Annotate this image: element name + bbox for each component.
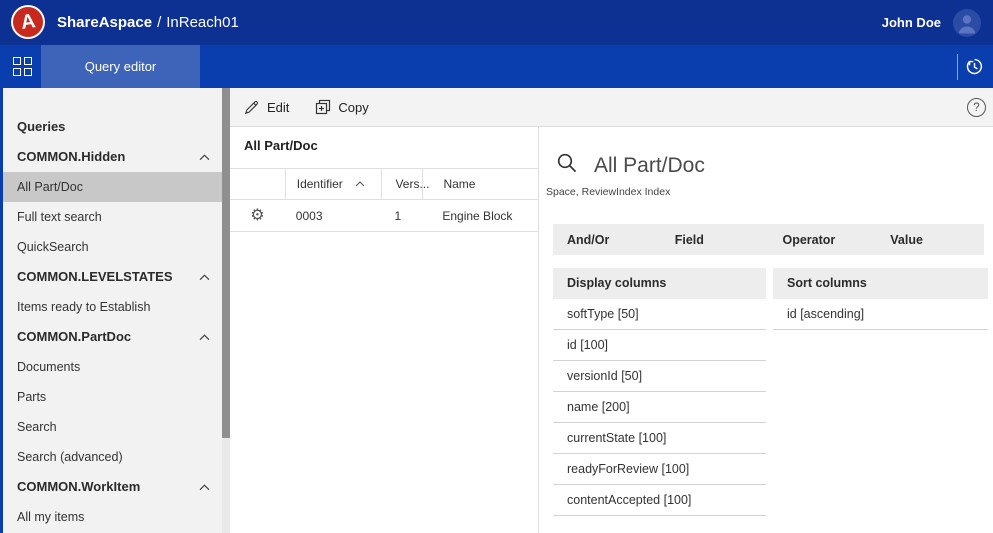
- display-columns-section: Display columns softType [50] id [100] v…: [553, 268, 766, 516]
- sort-ascending-icon: [356, 181, 365, 187]
- nav-separator: [957, 54, 958, 80]
- identifier-column-header[interactable]: Identifier: [284, 168, 382, 200]
- avatar[interactable]: [953, 8, 981, 37]
- apps-grid-icon[interactable]: [13, 57, 32, 76]
- display-column-item: currentState [100]: [553, 423, 766, 454]
- edit-label: Edit: [267, 99, 290, 115]
- sidebar-item-search[interactable]: Search: [3, 412, 222, 442]
- user-area: John Doe: [882, 0, 981, 45]
- sidebar-item-label: QuickSearch: [17, 240, 89, 254]
- breadcrumb: ShareAspace / InReach01: [57, 0, 239, 45]
- chevron-up-icon: [199, 333, 210, 340]
- sidebar-item-all-my-items[interactable]: All my items: [3, 502, 222, 532]
- sort-columns-section: Sort columns id [ascending]: [773, 268, 988, 516]
- logo-circle: A: [13, 7, 43, 37]
- display-column-item: softType [50]: [553, 299, 766, 330]
- sidebar-item-label: Search: [17, 420, 57, 434]
- sort-columns-header: Sort columns: [773, 268, 988, 299]
- brand-name: ShareAspace: [57, 14, 153, 31]
- space-name: InReach01: [166, 14, 239, 31]
- sidebar-title: Queries: [17, 119, 66, 134]
- group-label: COMMON.Hidden: [17, 149, 126, 164]
- edit-button[interactable]: Edit: [244, 99, 289, 115]
- results-panel: All Part/Doc Identifier Vers... Name ⚙ 0…: [230, 127, 539, 533]
- tab-label: Query editor: [84, 59, 157, 74]
- field-column-label: Field: [674, 232, 704, 247]
- sidebar-item-full-text-search[interactable]: Full text search: [3, 202, 222, 232]
- row-identifier: 0003: [295, 208, 323, 223]
- sidebar-item-label: All Part/Doc: [17, 180, 83, 194]
- group-label: COMMON.LEVELSTATES: [17, 269, 173, 284]
- sidebar-item-items-ready-to-establish[interactable]: Items ready to Establish: [3, 292, 222, 322]
- scrollbar-thumb[interactable]: [222, 88, 230, 438]
- chevron-up-icon: [199, 153, 210, 160]
- sidebar-item-label: All my items: [17, 510, 85, 524]
- condition-table-header: And/Or Field Operator Value: [553, 224, 984, 255]
- chevron-up-icon: [199, 273, 210, 280]
- shareaspace-logo-icon[interactable]: A: [11, 5, 45, 39]
- copy-label: Copy: [338, 99, 369, 115]
- version-column-header[interactable]: Vers...: [381, 168, 429, 200]
- sidebar-group-common-levelstates[interactable]: COMMON.LEVELSTATES: [3, 262, 222, 292]
- name-column-header[interactable]: Name: [422, 168, 538, 200]
- sidebar-item-label: Items ready to Establish: [17, 300, 151, 314]
- sidebar-scrollbar[interactable]: [222, 88, 230, 533]
- tab-query-editor[interactable]: Query editor: [41, 45, 200, 88]
- query-subtitle: Space, ReviewIndex Index: [546, 186, 671, 198]
- andor-column-label: And/Or: [567, 232, 610, 247]
- sidebar-group-common-hidden[interactable]: COMMON.Hidden: [3, 142, 222, 172]
- user-name[interactable]: John Doe: [882, 15, 941, 30]
- sidebar-group-common-workitem[interactable]: COMMON.WorkItem: [3, 472, 222, 502]
- sidebar-group-common-partdoc[interactable]: COMMON.PartDoc: [3, 322, 222, 352]
- pencil-icon: [244, 101, 258, 115]
- sidebar-item-label: Search (advanced): [17, 450, 123, 464]
- sidebar-item-parts[interactable]: Parts: [3, 382, 222, 412]
- group-label: COMMON.PartDoc: [17, 329, 132, 344]
- sidebar-item-quicksearch[interactable]: QuickSearch: [3, 232, 222, 262]
- query-definition-panel: All Part/Doc Space, ReviewIndex Index An…: [539, 127, 993, 533]
- top-bar: A ShareAspace / InReach01 John Doe: [0, 0, 993, 45]
- sidebar-item-label: Parts: [17, 390, 47, 404]
- results-title: All Part/Doc: [244, 138, 318, 153]
- row-version: 1: [394, 208, 402, 223]
- name-column-label: Name: [443, 177, 476, 191]
- value-column-label: Value: [890, 232, 923, 247]
- group-label: COMMON.WorkItem: [17, 479, 141, 494]
- nav-bar: Query editor: [0, 45, 993, 88]
- main-toolbar: Edit Copy ?: [230, 88, 993, 127]
- identifier-column-label: Identifier: [296, 177, 343, 191]
- copy-icon: [316, 99, 331, 115]
- query-title: All Part/Doc: [594, 154, 705, 177]
- operator-column-label: Operator: [782, 232, 836, 247]
- search-icon: [556, 152, 578, 174]
- display-column-item: versionId [50]: [553, 361, 766, 392]
- history-icon[interactable]: [964, 56, 985, 77]
- breadcrumb-separator: /: [157, 14, 162, 31]
- copy-button[interactable]: Copy: [315, 99, 369, 115]
- sidebar-item-search-advanced[interactable]: Search (advanced): [3, 442, 222, 472]
- display-column-item: name [200]: [553, 392, 766, 423]
- sidebar-item-label: Documents: [17, 360, 81, 374]
- table-row[interactable]: ⚙ 0003 1 Engine Block: [230, 200, 538, 232]
- person-icon: [959, 14, 975, 33]
- help-icon[interactable]: ?: [967, 98, 986, 117]
- help-glyph: ?: [973, 101, 980, 114]
- sidebar-item-all-part-doc[interactable]: All Part/Doc: [3, 172, 222, 202]
- display-column-item: contentAccepted [100]: [553, 485, 766, 516]
- sort-column-item: id [ascending]: [773, 299, 988, 330]
- queries-sidebar: Queries COMMON.Hidden All Part/Doc Full …: [3, 88, 230, 533]
- sidebar-item-label: Full text search: [17, 210, 102, 224]
- display-column-item: id [100]: [553, 330, 766, 361]
- results-table-header: Identifier Vers... Name: [230, 168, 538, 200]
- logo-letter: A: [19, 10, 37, 34]
- display-columns-header: Display columns: [553, 268, 766, 299]
- display-column-item: readyForReview [100]: [553, 454, 766, 485]
- row-name: Engine Block: [442, 208, 513, 223]
- gear-icon[interactable]: ⚙: [250, 207, 264, 224]
- chevron-up-icon: [199, 483, 210, 490]
- sidebar-item-documents[interactable]: Documents: [3, 352, 222, 382]
